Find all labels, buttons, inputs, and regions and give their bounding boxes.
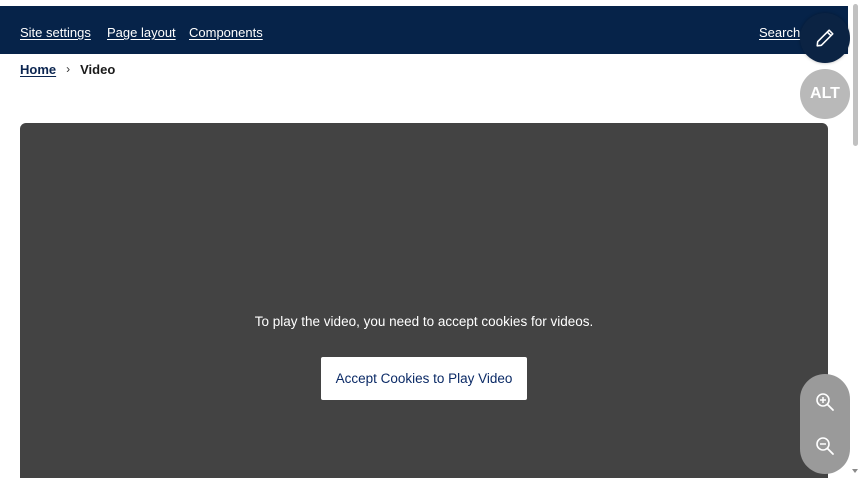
breadcrumb-current: Video xyxy=(80,61,116,77)
breadcrumb-home-link[interactable]: Home xyxy=(20,62,56,77)
scroll-down-arrow-icon[interactable] xyxy=(852,469,858,473)
vertical-scrollbar[interactable] xyxy=(850,0,862,478)
zoom-out-button[interactable] xyxy=(800,424,850,468)
scrollbar-thumb[interactable] xyxy=(853,4,858,146)
search-link[interactable]: Search xyxy=(759,25,800,41)
video-placeholder: To play the video, you need to accept co… xyxy=(20,123,828,478)
top-navigation-bar: Site settings Page layout Components Sea… xyxy=(0,6,848,54)
zoom-controls xyxy=(800,374,850,474)
nav-link-page-layout[interactable]: Page layout xyxy=(107,25,176,41)
alt-label: ALT xyxy=(810,85,840,102)
edit-button[interactable] xyxy=(800,13,850,63)
zoom-out-icon xyxy=(816,437,834,455)
breadcrumb-chevron-icon: › xyxy=(66,62,71,76)
page: Site settings Page layout Components Sea… xyxy=(0,0,862,478)
pencil-icon xyxy=(816,29,834,47)
zoom-in-icon xyxy=(816,393,834,411)
zoom-in-button[interactable] xyxy=(800,380,850,424)
alt-text-button[interactable]: ALT xyxy=(800,69,850,119)
nav-link-components[interactable]: Components xyxy=(189,25,263,41)
breadcrumb: Home › Video xyxy=(20,61,115,77)
accept-cookies-button[interactable]: Accept Cookies to Play Video xyxy=(321,357,527,400)
nav-link-site-settings[interactable]: Site settings xyxy=(20,25,91,41)
cookie-consent-message: To play the video, you need to accept co… xyxy=(254,314,594,329)
